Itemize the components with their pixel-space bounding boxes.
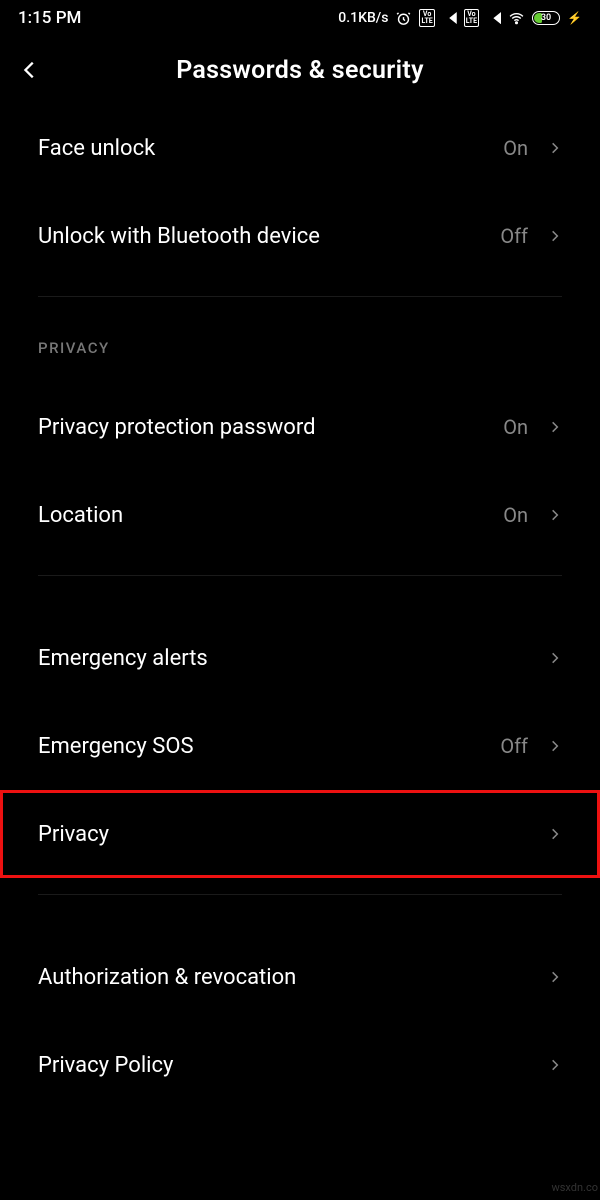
divider [38,575,562,576]
section-header-privacy: PRIVACY [0,321,600,383]
item-value: Off [500,224,528,248]
chevron-right-icon [548,735,562,757]
item-authorization[interactable]: Authorization & revocation [0,933,600,1021]
status-bar: 1:15 PM 0.1KB/s VoLTE VoLTE 30 ⚡ [0,0,600,36]
item-emergency-sos[interactable]: Emergency SOS Off [0,702,600,790]
chevron-right-icon [548,504,562,526]
section-authorization: Authorization & revocation Privacy Polic… [0,919,600,1109]
divider [38,894,562,895]
item-value: On [503,136,528,160]
item-value: On [503,415,528,439]
item-label: Privacy [38,822,109,847]
item-label: Privacy protection password [38,415,316,440]
chevron-right-icon [548,416,562,438]
item-label: Location [38,503,123,528]
volte-icon-2: VoLTE [464,9,479,27]
item-emergency-alerts[interactable]: Emergency alerts [0,614,600,702]
net-speed: 0.1KB/s [338,10,388,26]
battery-percent: 30 [533,12,559,24]
chevron-right-icon [548,823,562,845]
battery-icon: 30 [532,11,560,25]
section-privacy: Privacy protection password On Location … [0,383,600,559]
item-value: On [503,503,528,527]
status-indicators: 0.1KB/s VoLTE VoLTE 30 ⚡ [338,9,582,27]
item-bluetooth-unlock[interactable]: Unlock with Bluetooth device Off [0,192,600,280]
item-label: Unlock with Bluetooth device [38,224,320,249]
status-time: 1:15 PM [18,8,81,28]
item-value: Off [500,734,528,758]
item-privacy-policy[interactable]: Privacy Policy [0,1021,600,1109]
item-label: Emergency SOS [38,734,194,759]
item-label: Emergency alerts [38,646,208,671]
item-location[interactable]: Location On [0,471,600,559]
wifi-icon [508,10,525,27]
section-emergency: Emergency alerts Emergency SOS Off Priva… [0,600,600,878]
alarm-icon [395,10,412,27]
page-title: Passwords & security [0,56,600,85]
watermark: wsxdn.co [551,1181,598,1194]
item-label: Privacy Policy [38,1053,173,1078]
item-privacy-password[interactable]: Privacy protection password On [0,383,600,471]
chevron-right-icon [548,966,562,988]
section-security: Face unlock On Unlock with Bluetooth dev… [0,104,600,280]
chevron-right-icon [548,137,562,159]
volte-icon-1: VoLTE [419,9,434,27]
chevron-right-icon [548,225,562,247]
signal-icon-2 [486,12,501,24]
chevron-right-icon [548,1054,562,1076]
page-header: Passwords & security [0,36,600,104]
item-label: Authorization & revocation [38,965,296,990]
chevron-right-icon [548,647,562,669]
charging-icon: ⚡ [567,11,582,25]
item-label: Face unlock [38,136,155,161]
divider [38,296,562,297]
item-face-unlock[interactable]: Face unlock On [0,104,600,192]
item-privacy[interactable]: Privacy [0,790,600,878]
back-button[interactable] [0,36,60,104]
signal-icon-1 [442,12,457,24]
